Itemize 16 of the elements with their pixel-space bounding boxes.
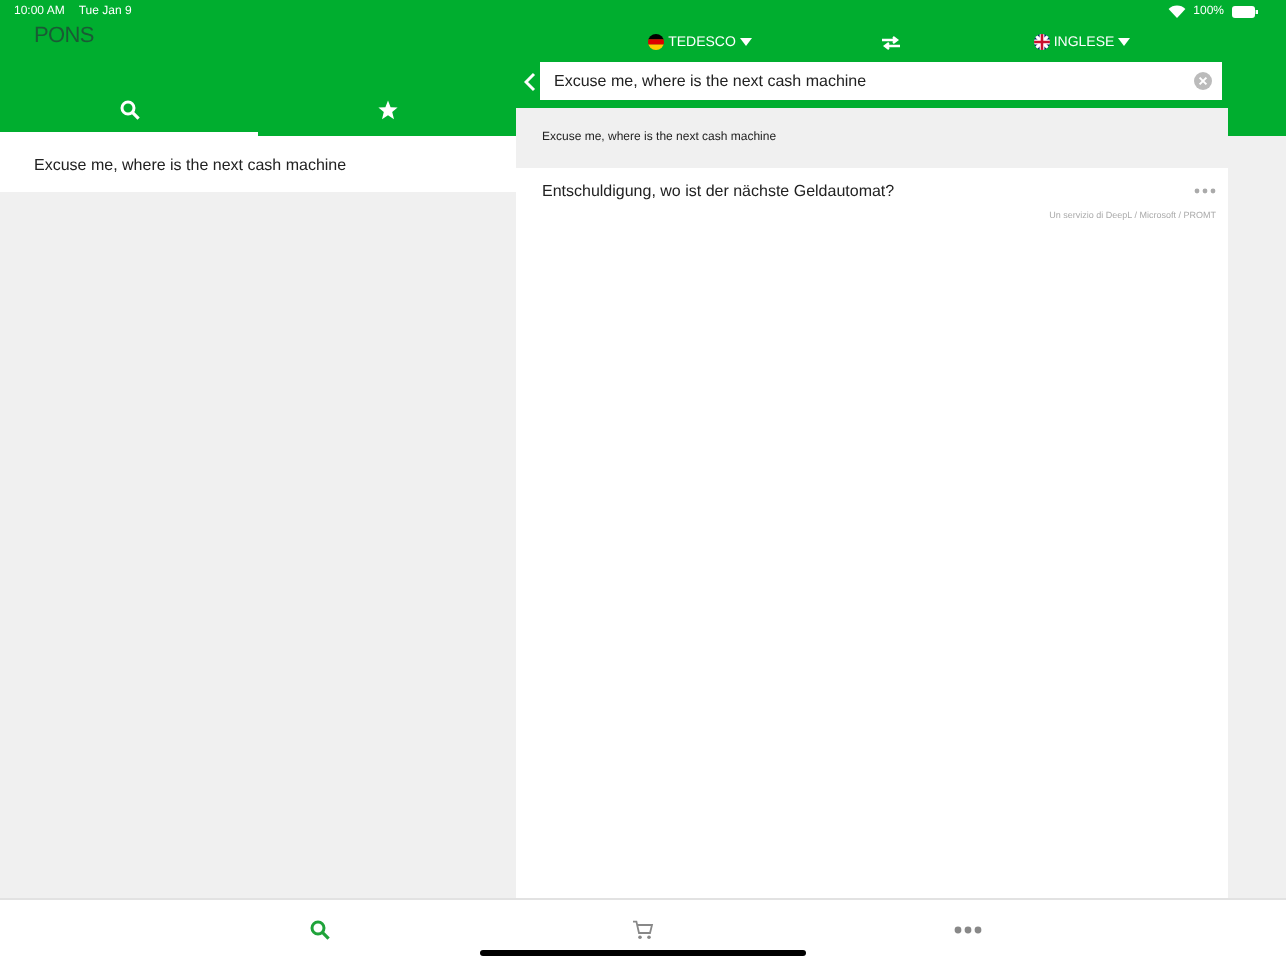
search-field[interactable]: Excuse me, where is the next cash machine [540, 62, 1222, 100]
uk-flag-icon [1033, 34, 1050, 50]
back-chevron-icon [523, 71, 535, 91]
clear-icon[interactable] [1194, 72, 1212, 90]
caret-icon [739, 38, 752, 46]
battery-icon [1232, 5, 1258, 17]
more-icon[interactable] [1194, 188, 1216, 194]
star-icon [377, 100, 397, 120]
app-logo: PONS [34, 24, 94, 48]
translation-text: Entschuldigung, wo ist der nächste Geldautomat? [542, 182, 895, 200]
history-item[interactable]: Excuse me, where is the next cash machine [0, 136, 516, 192]
swap-icon [880, 35, 902, 49]
caret-icon [1118, 38, 1131, 46]
search-icon [119, 100, 139, 120]
wifi-icon [1167, 4, 1186, 18]
germany-flag-icon [648, 34, 665, 50]
